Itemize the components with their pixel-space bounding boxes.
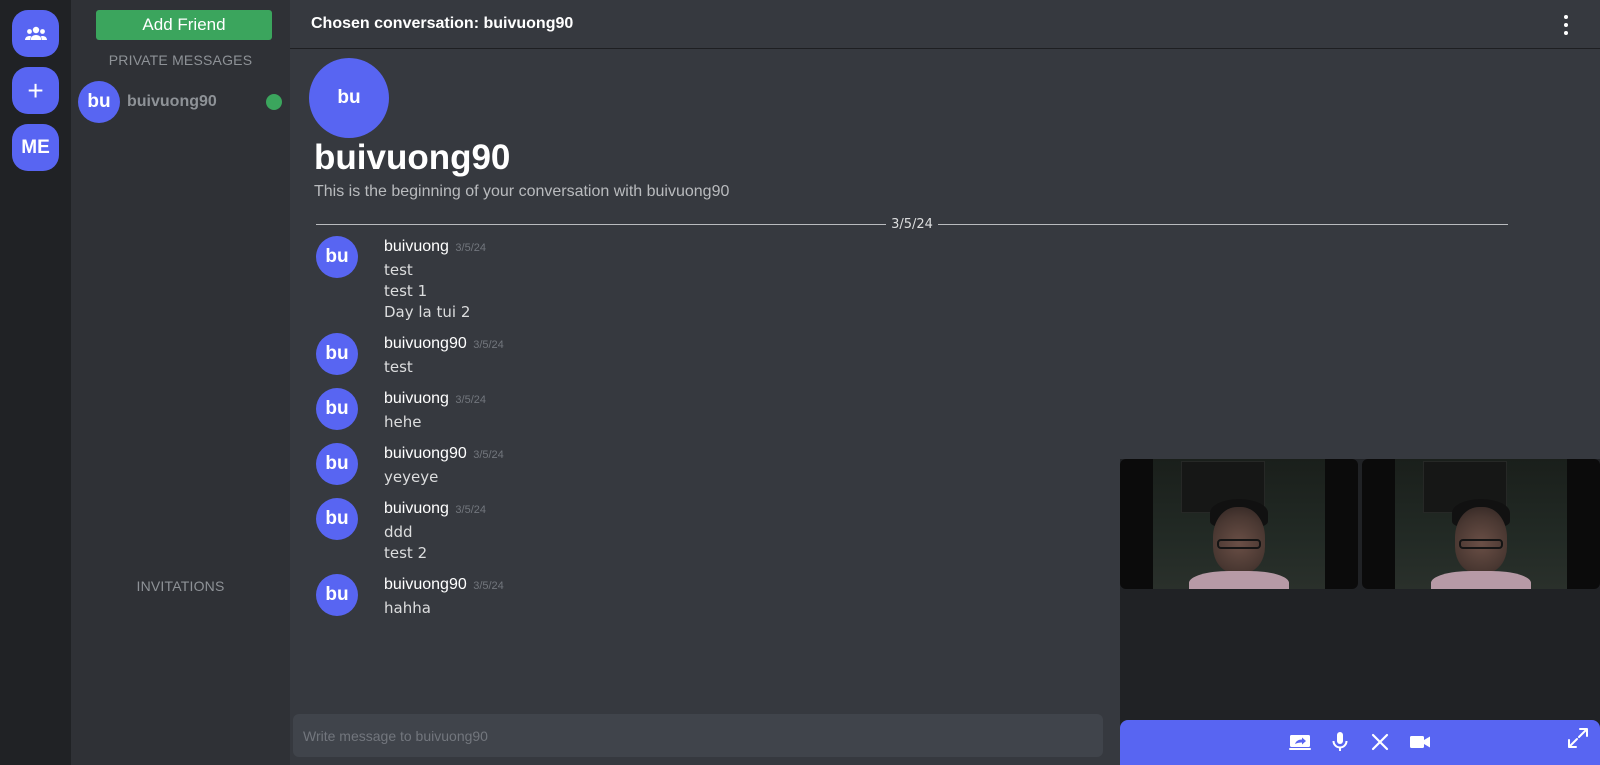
message-text: test 1 [384,282,428,300]
message-date: 3/5/24 [455,242,486,254]
kebab-menu-icon[interactable] [1560,15,1572,35]
dm-item-buivuong90[interactable]: bu buivuong90 [78,81,284,123]
people-icon [24,26,47,40]
microphone-icon[interactable] [1328,730,1352,754]
camera-icon[interactable] [1408,730,1432,754]
avatar[interactable]: bu [316,443,358,485]
message-text: yeyeye [384,468,439,486]
avatar[interactable]: bu [316,498,358,540]
online-status-icon [266,94,282,110]
message-author[interactable]: buivuong [384,390,449,407]
message-author[interactable]: buivuong [384,500,449,517]
me-button[interactable]: ME [12,124,59,171]
message-author[interactable]: buivuong90 [384,576,467,593]
add-friend-button[interactable]: Add Friend [96,10,272,40]
message-author[interactable]: buivuong [384,238,449,255]
message-date: 3/5/24 [455,504,486,516]
avatar[interactable]: bu [316,574,358,616]
video-call-panel [1120,459,1600,765]
screen-share-icon[interactable] [1288,730,1312,754]
message-author[interactable]: buivuong90 [384,445,467,462]
intro-name: buivuong90 [314,138,511,177]
app-root: + ME Add Friend PRIVATE MESSAGES bu buiv… [0,0,1600,765]
video-feed-local[interactable] [1120,459,1358,589]
conversation-header: Chosen conversation: buivuong90 [290,0,1600,49]
server-rail: + ME [0,0,71,765]
dm-name: buivuong90 [127,93,217,110]
add-server-button[interactable]: + [12,67,59,114]
avatar[interactable]: bu [316,333,358,375]
message-date: 3/5/24 [473,449,504,461]
message-date: 3/5/24 [473,580,504,592]
message-text: ddd [384,523,413,541]
video-feed-remote[interactable] [1362,459,1600,589]
message-text: Day la tui 2 [384,303,471,321]
call-controls-bar [1120,720,1600,765]
expand-icon[interactable] [1566,726,1590,750]
message-text: test 2 [384,544,428,562]
message-text: hehe [384,413,422,431]
message-composer [293,714,1103,757]
message-date: 3/5/24 [473,339,504,351]
message-text: test [384,358,413,376]
message-input[interactable] [303,727,1103,744]
close-icon[interactable] [1368,730,1392,754]
avatar[interactable]: bu [316,388,358,430]
date-divider: 3/5/24 [316,216,1508,232]
intro-avatar: bu [309,58,389,138]
invitations-title: INVITATIONS [136,578,225,594]
message-author[interactable]: buivuong90 [384,335,467,352]
message-date: 3/5/24 [455,394,486,406]
page-title: Chosen conversation: buivuong90 [311,15,574,32]
avatar: bu [78,81,120,123]
avatar[interactable]: bu [316,236,358,278]
message-text: test [384,261,413,279]
date-divider-label: 3/5/24 [891,216,933,232]
private-messages-title: PRIVATE MESSAGES [108,52,253,68]
message-text: hahha [384,599,431,617]
plus-icon: + [27,74,44,106]
friends-button[interactable] [12,10,59,57]
me-label: ME [21,136,50,158]
intro-subtitle: This is the beginning of your conversati… [314,183,730,200]
dm-sidebar: Add Friend PRIVATE MESSAGES bu buivuong9… [71,0,290,765]
